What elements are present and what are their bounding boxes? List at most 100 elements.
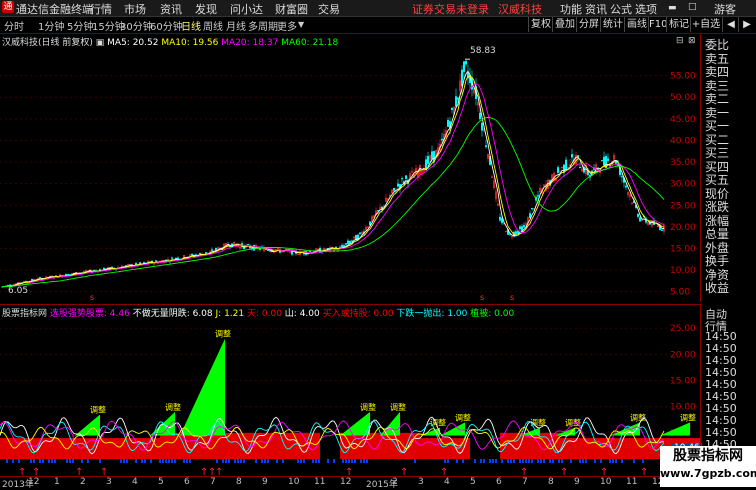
tab-weekly[interactable]: 周线: [203, 18, 223, 33]
overlay-button[interactable]: 叠加: [552, 17, 577, 32]
ind-blue-bar: [162, 459, 164, 463]
ind-blue-bar: [72, 459, 74, 463]
ind-blue-bar: [462, 459, 464, 463]
more-chevron-icon[interactable]: ▼: [298, 20, 304, 29]
candle-body: [369, 221, 371, 226]
candle-body: [347, 240, 349, 245]
f10-button[interactable]: F10: [648, 17, 667, 32]
quote-side-panel: 委比 卖五 卖四 卖三 卖二 卖一 买一 买二 买三 买四 买五 现价 涨跌 涨幅 总量 外盘 换手 净资 收益: [700, 34, 756, 302]
draw-line-button[interactable]: 画线: [624, 17, 649, 32]
guest-label[interactable]: 游客: [714, 1, 736, 17]
tab-monthly[interactable]: 月线: [226, 18, 246, 33]
ind-blue-bar: [582, 459, 584, 463]
menu-item-shichang[interactable]: 市场: [124, 1, 146, 17]
ind-blue-bar: [165, 459, 167, 463]
trade-login-alert[interactable]: 证券交易未登录: [412, 1, 489, 17]
candle-body: [199, 252, 201, 255]
add-watchlist-button[interactable]: +自选: [690, 17, 721, 32]
split-screen-button[interactable]: 分屏: [576, 17, 601, 32]
ind-blue-bar: [243, 459, 245, 463]
ind-blue-bar: [300, 459, 302, 463]
ind-blue-bar: [354, 459, 356, 463]
adjust-tag-label: 调整: [680, 412, 696, 422]
date-tick-5: 4: [132, 477, 138, 487]
ind-blue-bar: [39, 459, 41, 463]
ind-blue-bar: [315, 459, 317, 463]
ind-blue-bar: [264, 459, 266, 463]
indicator-chart[interactable]: 股票指标网 选股强势股票: 4.46 不做无量阴跌: 6.08 J: 1.21 …: [0, 304, 702, 477]
candle-body: [427, 155, 429, 164]
menu-item-zixun[interactable]: 资讯: [160, 1, 182, 17]
candle-body: [537, 195, 539, 197]
ind-blue-bar: [495, 459, 497, 463]
tab-more[interactable]: 更多: [277, 18, 297, 33]
price-plot: 55.00 50.00 45.00 40.00 35.00 30.00 25.00 20.00…: [0, 58, 700, 302]
ind-blue-bar: [519, 459, 521, 463]
candle-body: [191, 253, 193, 256]
ind-blue-bar: [552, 459, 554, 463]
candle-body: [523, 225, 525, 228]
ind-blue-bar: [447, 459, 449, 463]
watermark-url: www.7gpzb.com: [660, 467, 756, 480]
ind-blue-bar: [333, 459, 335, 463]
ind-blue-bar: [216, 459, 218, 463]
maximize-icon[interactable]: □: [688, 2, 697, 12]
menu-item-jiaoyi[interactable]: 交易: [318, 1, 340, 17]
date-tick-17: 4: [444, 477, 450, 487]
candle-body: [425, 159, 427, 170]
candle-body: [171, 257, 173, 259]
ind-blue-bar: [141, 459, 143, 463]
ind-blue-bar: [351, 459, 353, 463]
candle-body: [349, 241, 351, 244]
menu-item-hangqing[interactable]: 行情: [90, 1, 112, 17]
ind-green-wedge: [340, 411, 370, 436]
ind-blue-bar: [342, 459, 344, 463]
candlestick-chart[interactable]: 汉威科技(日线 前复权) ▣ MA5: 20.52 MA10: 19.56 MA…: [0, 34, 700, 302]
minimize-icon[interactable]: ▬: [668, 3, 677, 13]
next-stock-icon[interactable]: ▶: [738, 17, 755, 32]
candle-body: [609, 164, 611, 167]
tab-5min[interactable]: 5分钟: [67, 18, 93, 33]
candle-body: [603, 156, 605, 166]
tab-multi-period[interactable]: 多周期: [248, 18, 278, 33]
ind-blue-bar: [81, 459, 83, 463]
candle-body: [519, 226, 521, 230]
ind-blue-bar: [261, 459, 263, 463]
tab-30min[interactable]: 30分钟: [120, 18, 153, 33]
candle-body: [103, 267, 105, 270]
adjust-tag-label: 调整: [630, 412, 646, 422]
ind-blue-bar: [642, 459, 644, 463]
y-tick-label: 25.00: [670, 201, 696, 211]
ind-blue-bar: [570, 459, 572, 463]
prev-stock-icon[interactable]: ◀: [722, 17, 739, 32]
tab-1min[interactable]: 1分钟: [38, 18, 64, 33]
tab-60min[interactable]: 60分钟: [150, 18, 183, 33]
menu-item-zixun-right[interactable]: 资讯: [585, 1, 607, 17]
menu-item-faxian[interactable]: 发现: [195, 1, 217, 17]
mark-button[interactable]: 标记: [666, 17, 691, 32]
candle-body: [479, 112, 481, 120]
tab-fenshi[interactable]: 分时: [4, 18, 24, 33]
app-logo-icon: 通: [2, 1, 14, 13]
fuquan-button[interactable]: 复权: [528, 17, 553, 32]
menu-item-xuanxiang[interactable]: 选项: [635, 1, 657, 17]
ind-blue-bar: [312, 459, 314, 463]
event-marker: s: [90, 293, 94, 302]
menu-item-wenxiaoda[interactable]: 问小达: [230, 1, 263, 17]
stats-button[interactable]: 统计: [600, 17, 625, 32]
ind-blue-bar: [6, 459, 8, 463]
y-tick-label: 55.00: [670, 72, 696, 82]
date-tick-19: 6: [496, 477, 502, 487]
menu-item-caifuquan[interactable]: 财富圈: [275, 1, 308, 17]
menu-item-gongneng[interactable]: 功能: [560, 1, 582, 17]
date-tick-2: 1: [54, 477, 60, 487]
menu-item-gongshi[interactable]: 公式: [610, 1, 632, 17]
date-tick-10: 9: [262, 477, 268, 487]
date-tick-20: 7: [522, 477, 528, 487]
event-marker: s: [480, 293, 484, 302]
candle-body: [637, 214, 639, 217]
tab-daily[interactable]: 日线: [181, 18, 201, 33]
y-tick-label: 40.00: [670, 136, 696, 146]
candle-body: [499, 216, 501, 221]
ind-blue-bar: [537, 459, 539, 463]
